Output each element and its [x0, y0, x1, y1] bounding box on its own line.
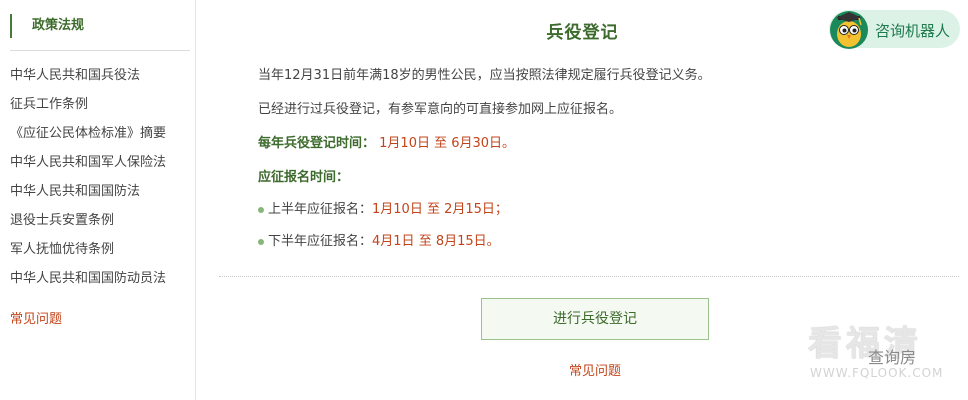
- enlist-time-label: 应征报名时间：: [258, 168, 349, 188]
- first-half-row: 上半年应征报名：1月10日 至 2月15日；: [258, 200, 508, 220]
- eligibility-text: 当年12月31日前年满18岁的男性公民，应当按照法律规定履行兵役登记义务。: [258, 68, 711, 83]
- consult-robot-button[interactable]: 咨询机器人: [829, 10, 960, 49]
- watermark-url: WWW.FQLOOK.COM: [810, 366, 944, 380]
- robot-avatar-icon: [830, 11, 868, 49]
- robot-button-label: 咨询机器人: [875, 22, 951, 40]
- online-enlist-text: 已经进行过兵役登记，有参军意向的可直接参加网上应征报名。: [258, 102, 623, 117]
- second-half-row: 下半年应征报名：4月1日 至 8月15日。: [258, 232, 500, 252]
- sidebar-list: 中华人民共和国兵役法 征兵工作条例 《应征公民体检标准》摘要 中华人民共和国军人…: [10, 64, 194, 296]
- bullet-dot-icon: [258, 238, 264, 245]
- watermark-overlay-text: 查询房: [868, 348, 917, 367]
- first-half-value: 1月10日 至 2月15日；: [372, 202, 508, 217]
- sidebar-faq-link[interactable]: 常见问题: [10, 308, 62, 332]
- registration-time-row: 每年兵役登记时间： 1月10日 至 6月30日。: [258, 134, 515, 154]
- sidebar-item-pension-regulations[interactable]: 军人抚恤优待条例: [10, 238, 194, 267]
- bullet-dot-icon: [258, 206, 264, 213]
- registration-time-label: 每年兵役登记时间：: [258, 136, 376, 151]
- second-half-label: 下半年应征报名：: [268, 234, 373, 249]
- sidebar-item-military-insurance-law[interactable]: 中华人民共和国军人保险法: [10, 151, 194, 180]
- sidebar-item-national-defense-law[interactable]: 中华人民共和国国防法: [10, 180, 194, 209]
- sidebar-item-veteran-resettlement[interactable]: 退役士兵安置条例: [10, 209, 194, 238]
- registration-time-value: 1月10日 至 6月30日。: [379, 136, 516, 151]
- sidebar-divider: [10, 50, 190, 51]
- military-registration-button[interactable]: 进行兵役登记: [481, 298, 709, 340]
- first-half-label: 上半年应征报名：: [268, 202, 373, 217]
- content-divider: [219, 276, 959, 277]
- sidebar: 政策法规 中华人民共和国兵役法 征兵工作条例 《应征公民体检标准》摘要 中华人民…: [0, 0, 196, 400]
- sidebar-item-conscription-regulations[interactable]: 征兵工作条例: [10, 93, 194, 122]
- second-half-value: 4月1日 至 8月15日。: [372, 234, 500, 249]
- sidebar-item-mobilization-law[interactable]: 中华人民共和国国防动员法: [10, 267, 194, 296]
- sidebar-item-physical-exam-standard[interactable]: 《应征公民体检标准》摘要: [10, 122, 194, 151]
- site-watermark: 看福清 查询房 WWW.FQLOOK.COM: [800, 316, 968, 386]
- sidebar-heading: 政策法规: [10, 14, 190, 38]
- enlist-time-heading: 应征报名时间：: [258, 170, 350, 185]
- sidebar-item-military-service-law[interactable]: 中华人民共和国兵役法: [10, 64, 194, 93]
